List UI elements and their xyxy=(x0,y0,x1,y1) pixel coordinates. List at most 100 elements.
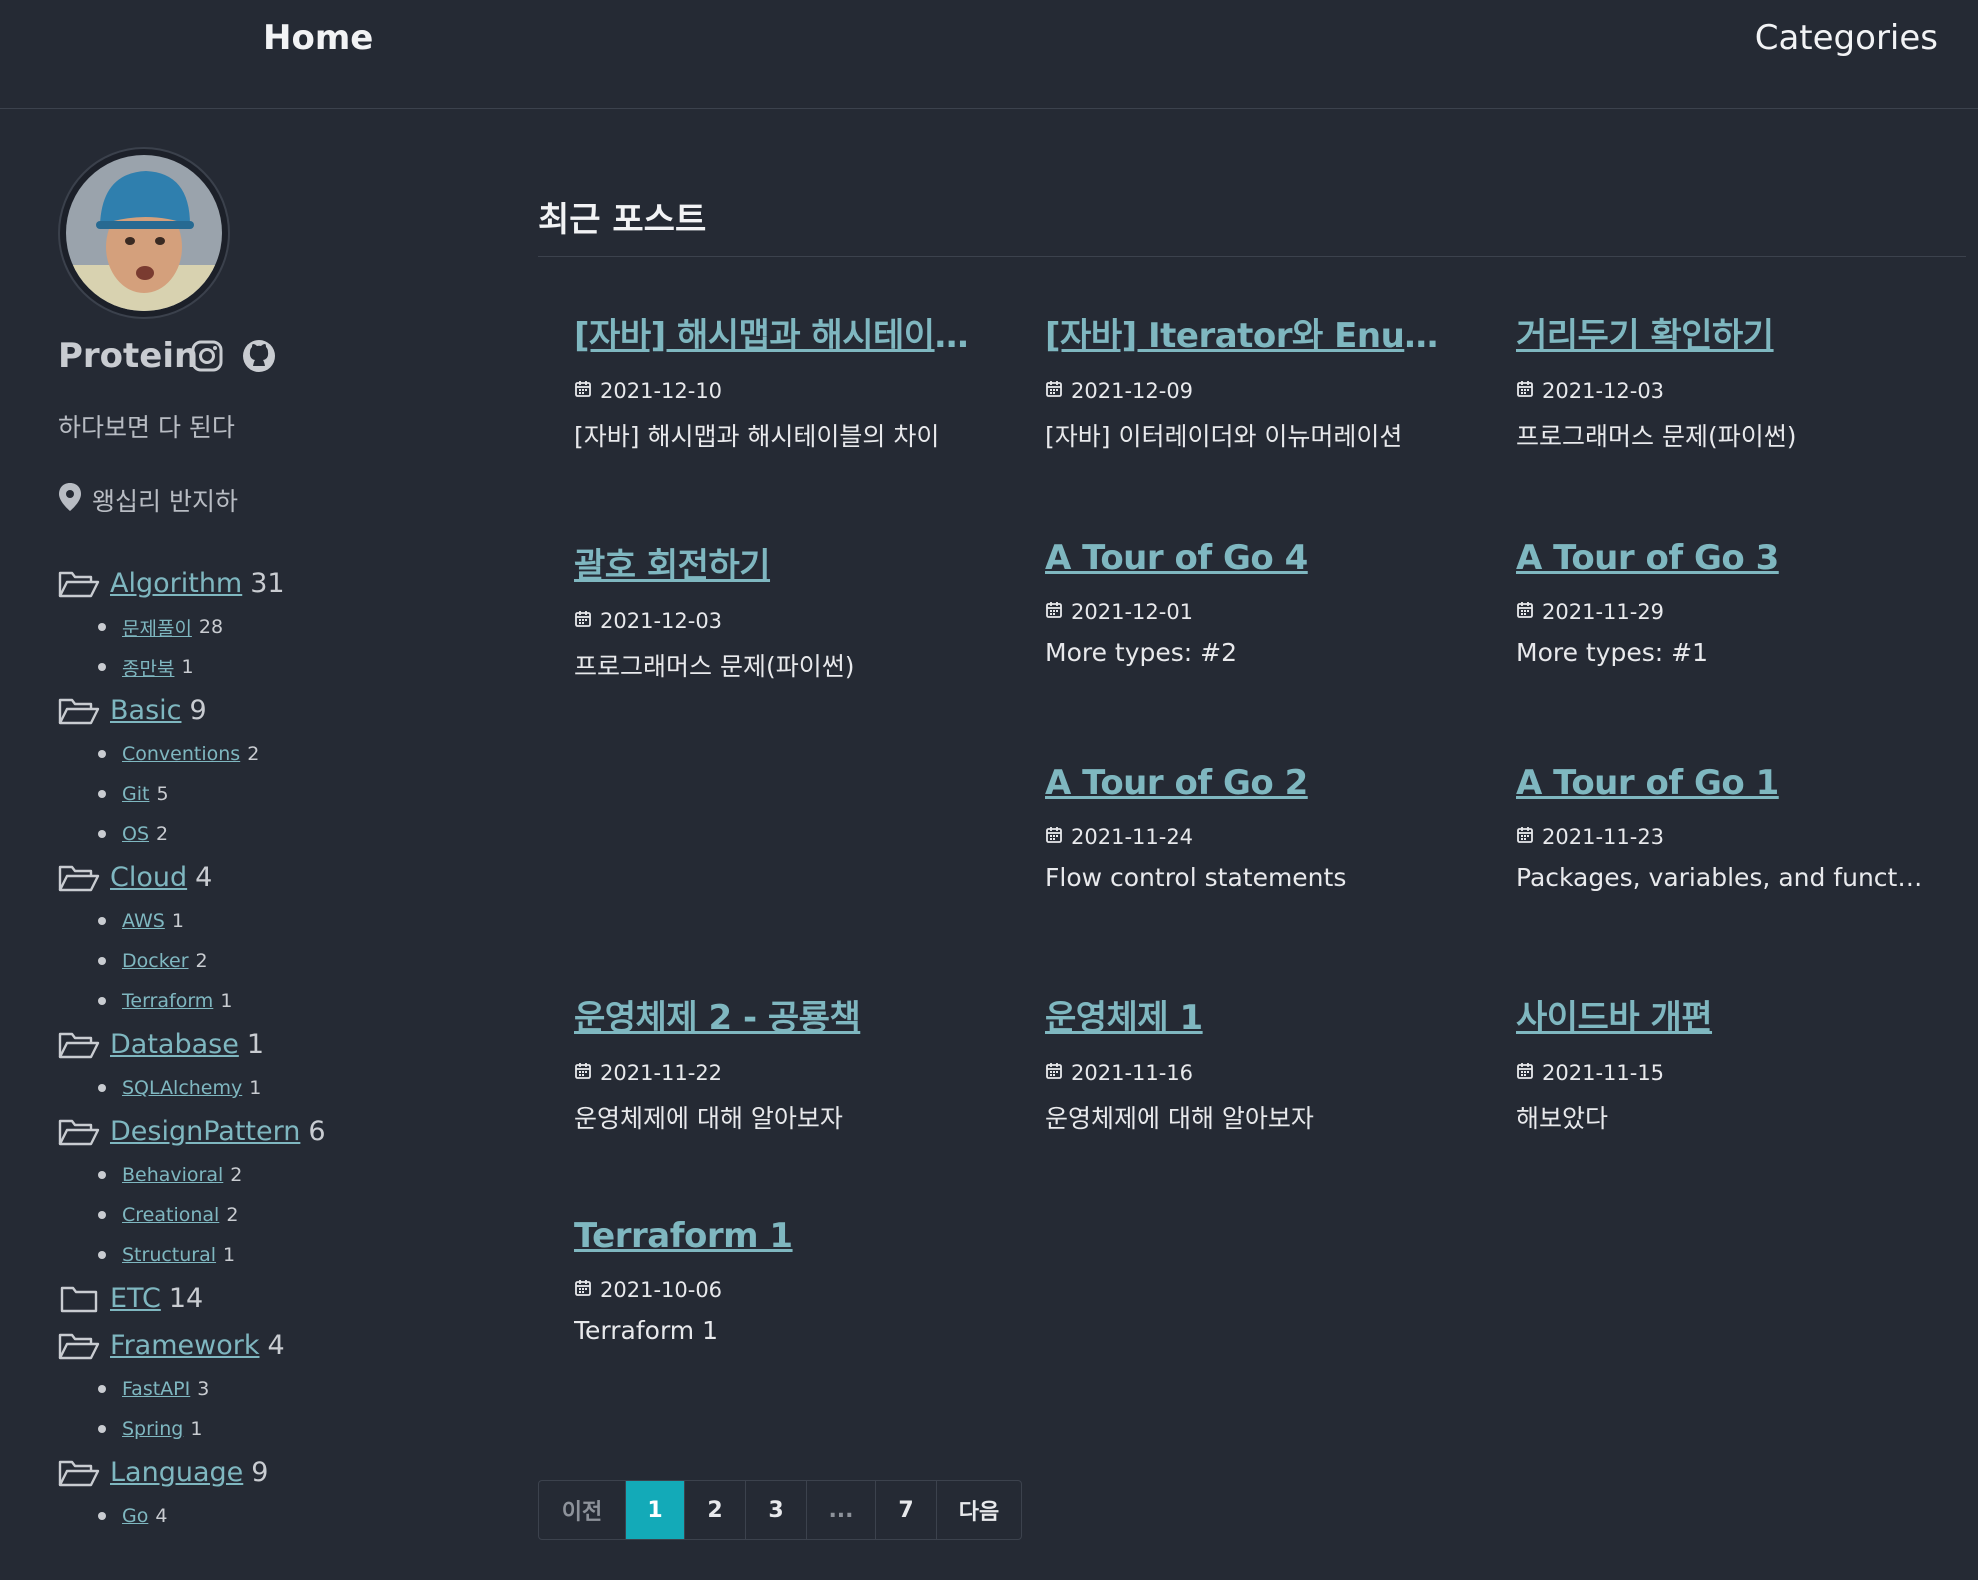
post-title-link[interactable]: [자바] 해시맵과 해시테이블의 차이 xyxy=(574,308,984,357)
nav-home-link[interactable]: Home xyxy=(263,18,373,58)
subcategory-link[interactable]: Spring xyxy=(122,1418,183,1440)
subcategory-item: Terraform 1 xyxy=(98,981,478,1021)
pagination-next-button[interactable]: 다음 xyxy=(937,1481,1021,1539)
post-title-link[interactable]: 거리두기 확인하기 xyxy=(1516,308,1926,357)
bullet-icon xyxy=(98,1171,106,1179)
subcategory-item: AWS 1 xyxy=(98,901,478,941)
subcategory-link[interactable]: AWS xyxy=(122,910,165,932)
category-link[interactable]: Language xyxy=(110,1457,243,1488)
post-date: 2021-11-15 xyxy=(1516,1061,1926,1085)
subcategory-link[interactable]: OS xyxy=(122,823,149,845)
subcategory-list: SQLAlchemy 1 xyxy=(58,1068,478,1108)
subcategory-count: 1 xyxy=(171,910,184,932)
calendar-icon xyxy=(574,1061,592,1085)
pagination-prev-button[interactable]: 이전 xyxy=(539,1481,626,1539)
section-divider xyxy=(538,256,1966,257)
avatar xyxy=(58,147,230,319)
post-title-link[interactable]: A Tour of Go 3 xyxy=(1516,538,1926,578)
post-title-link[interactable]: 사이드바 개편 xyxy=(1516,990,1926,1039)
post-description: 해보았다 xyxy=(1516,1104,1609,1133)
subcategory-item: Go 4 xyxy=(98,1496,478,1536)
category-item: Basic 9 xyxy=(58,687,478,734)
category-link[interactable]: Algorithm xyxy=(110,568,242,599)
category-item: Cloud 4 xyxy=(58,854,478,901)
post-title-link[interactable]: 운영체제 1 xyxy=(1045,990,1455,1039)
post-date-text: 2021-10-06 xyxy=(600,1278,723,1302)
post-date-text: 2021-12-09 xyxy=(1071,379,1194,403)
pagination-ellipsis: ... xyxy=(807,1481,876,1539)
subcategory-link[interactable]: 종만북 xyxy=(122,654,174,681)
category-link[interactable]: ETC xyxy=(110,1283,161,1314)
bullet-icon xyxy=(98,750,106,758)
subcategory-count: 2 xyxy=(247,743,260,765)
post-title-link[interactable]: 운영체제 2 - 공룡책 xyxy=(574,990,984,1039)
github-icon[interactable] xyxy=(242,339,276,373)
subcategory-link[interactable]: Behavioral xyxy=(122,1164,223,1186)
subcategory-link[interactable]: Structural xyxy=(122,1244,216,1266)
subcategory-link[interactable]: SQLAlchemy xyxy=(122,1077,242,1099)
bullet-icon xyxy=(98,1512,106,1520)
bullet-icon xyxy=(98,1425,106,1433)
subcategory-link[interactable]: Terraform xyxy=(122,990,213,1012)
subcategory-item: OS 2 xyxy=(98,814,478,854)
pagination-page-button[interactable]: 3 xyxy=(746,1481,807,1539)
pagination: 이전 1 2 3... 7 다음 xyxy=(538,1480,1022,1540)
category-item: DesignPattern 6 xyxy=(58,1108,478,1155)
calendar-icon xyxy=(1045,1061,1063,1085)
subcategory-count: 1 xyxy=(190,1418,203,1440)
post-title-link[interactable]: Terraform 1 xyxy=(574,1216,984,1256)
post-date-text: 2021-12-03 xyxy=(600,609,723,633)
post-description: More types: #2 xyxy=(1045,638,1238,667)
post-title-link[interactable]: A Tour of Go 2 xyxy=(1045,763,1455,803)
pagination-page-button[interactable]: 1 xyxy=(626,1481,685,1539)
post-title-link[interactable]: 괄호 회전하기 xyxy=(574,538,984,587)
post-card: 거리두기 확인하기 2021-12-03 프로그래머스 문제(파이썬) xyxy=(1516,308,1926,453)
category-link[interactable]: Basic xyxy=(110,695,181,726)
location-text: 왱십리 반지하 xyxy=(92,487,238,516)
category-link[interactable]: Framework xyxy=(110,1330,259,1361)
post-title-link[interactable]: A Tour of Go 1 xyxy=(1516,763,1926,803)
pagination-page-button[interactable]: 2 xyxy=(685,1481,746,1539)
subcategory-item: Docker 2 xyxy=(98,941,478,981)
post-date: 2021-11-23 xyxy=(1516,825,1926,849)
subcategory-link[interactable]: Go xyxy=(122,1505,148,1527)
post-title-link[interactable]: A Tour of Go 4 xyxy=(1045,538,1455,578)
subcategory-item: Git 5 xyxy=(98,774,478,814)
subcategory-link[interactable]: Creational xyxy=(122,1204,219,1226)
top-navbar: Home Categories xyxy=(0,0,1978,109)
post-date: 2021-12-01 xyxy=(1045,600,1455,624)
post-title-link[interactable]: [자바] Iterator와 Enumeration xyxy=(1045,308,1455,357)
category-count: 6 xyxy=(308,1116,326,1147)
post-card: 괄호 회전하기 2021-12-03 프로그래머스 문제(파이썬) xyxy=(574,538,984,683)
subcategory-link[interactable]: 문제풀이 xyxy=(122,614,192,641)
pagination-page-button[interactable]: 7 xyxy=(876,1481,937,1539)
post-description: 운영체제에 대해 알아보자 xyxy=(1045,1104,1314,1133)
subcategory-count: 1 xyxy=(223,1244,236,1266)
profile-name: Protein xyxy=(58,336,199,376)
subcategory-link[interactable]: Git xyxy=(122,783,149,805)
subcategory-link[interactable]: Conventions xyxy=(122,743,240,765)
category-link[interactable]: Cloud xyxy=(110,862,187,893)
post-description: [자바] 해시맵과 해시테이블의 차이 xyxy=(574,422,940,451)
post-date: 2021-12-09 xyxy=(1045,379,1455,403)
post-description: 프로그래머스 문제(파이썬) xyxy=(574,652,855,681)
subcategory-link[interactable]: FastAPI xyxy=(122,1378,190,1400)
bullet-icon xyxy=(98,957,106,965)
instagram-icon[interactable] xyxy=(190,339,224,373)
profile-location: 왱십리 반지하 xyxy=(58,482,238,518)
calendar-icon xyxy=(1045,825,1063,849)
calendar-icon xyxy=(574,379,592,403)
bullet-icon xyxy=(98,1385,106,1393)
subcategory-link[interactable]: Docker xyxy=(122,950,189,972)
post-date: 2021-11-16 xyxy=(1045,1061,1455,1085)
subcategory-count: 1 xyxy=(220,990,233,1012)
post-date: 2021-11-29 xyxy=(1516,600,1926,624)
post-card: A Tour of Go 1 2021-11-23 Packages, variab… xyxy=(1516,763,1926,892)
category-link[interactable]: Database xyxy=(110,1029,239,1060)
post-description: 프로그래머스 문제(파이썬) xyxy=(1516,422,1797,451)
nav-categories-link[interactable]: Categories xyxy=(1755,18,1938,58)
subcategory-item: Structural 1 xyxy=(98,1235,478,1275)
subcategory-count: 2 xyxy=(195,950,208,972)
subcategory-count: 2 xyxy=(156,823,169,845)
category-link[interactable]: DesignPattern xyxy=(110,1116,300,1147)
